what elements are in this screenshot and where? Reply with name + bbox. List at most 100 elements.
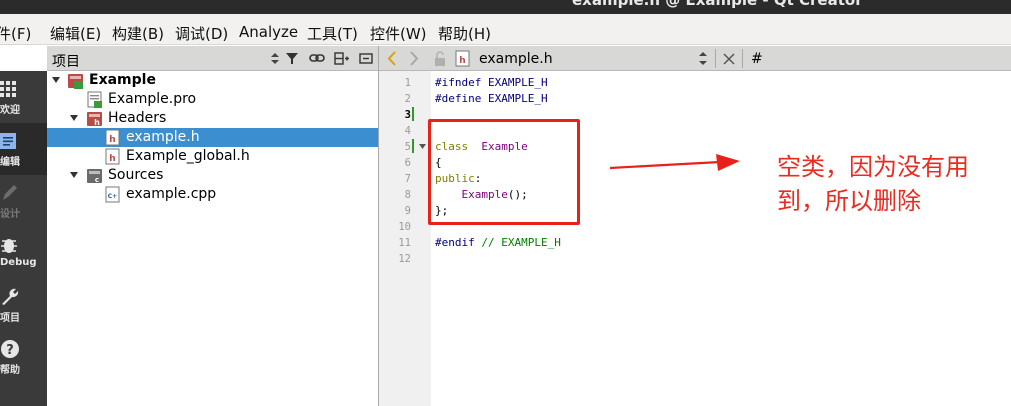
expand-arrow-icon[interactable] (51, 75, 61, 85)
panel-title: 项目 (52, 54, 80, 70)
tree-label: Example.pro (108, 91, 197, 107)
mode-selector: 欢迎 编辑 设计 Debug 项目 ? 帮助 (0, 71, 47, 406)
line-number: 1 (404, 77, 411, 89)
project-tree: Example Example.pro h Headers h example.… (47, 71, 378, 406)
header-file-icon: h (105, 148, 120, 165)
lock-icon (435, 51, 445, 66)
tree-item-example-cpp[interactable]: C+ example.cpp (47, 185, 378, 204)
line-number-current: 3 (404, 109, 411, 121)
menu-debug[interactable]: 调试(D) (175, 23, 228, 44)
pencil-icon (3, 185, 17, 200)
code-line: #define EXAMPLE_H (435, 92, 548, 105)
menu-bar: 件(F) 编辑(E) 构建(B) 调试(D) Analyze 工具(T) 控件(… (0, 14, 1011, 45)
tree-label: Headers (108, 110, 167, 126)
toolbar-separator (742, 49, 743, 68)
tree-label: Example_global.h (126, 148, 250, 164)
expand-arrow-icon[interactable] (69, 170, 79, 180)
tree-item-example-global-h[interactable]: h Example_global.h (47, 147, 378, 166)
mode-label: 帮助 (0, 365, 20, 376)
svg-text:h: h (109, 135, 115, 145)
project-folder-icon (68, 74, 83, 89)
line-number: 9 (404, 205, 411, 217)
line-number: 4 (404, 125, 411, 137)
line-number: 5 (404, 141, 411, 153)
tree-label: Sources (108, 167, 164, 183)
file-dropdown-icon[interactable] (697, 50, 709, 67)
line-number: 10 (398, 221, 411, 233)
headers-folder-icon: h (87, 112, 102, 127)
tree-label: example.cpp (126, 186, 217, 202)
mode-label: 项目 (0, 313, 20, 324)
mode-edit[interactable]: 编辑 (0, 123, 47, 175)
menu-help[interactable]: 帮助(H) (438, 23, 491, 44)
svg-text:?: ? (6, 343, 14, 358)
expand-arrow-icon[interactable] (69, 113, 79, 123)
window-title: example.h @ Example - Qt Creator (572, 0, 863, 9)
line-number: 8 (404, 189, 411, 201)
menu-build[interactable]: 构建(B) (112, 23, 164, 44)
forward-arrow-icon[interactable] (408, 50, 420, 67)
menu-window[interactable]: 控件(W) (370, 23, 427, 44)
sort-arrows-icon[interactable] (267, 50, 283, 67)
mode-help[interactable]: ? 帮助 (0, 331, 47, 383)
tree-item-headers[interactable]: h Headers (47, 109, 378, 128)
grid-icon (0, 81, 16, 97)
cpp-file-icon: C+ (105, 186, 120, 203)
tree-label: Example (89, 72, 156, 88)
menu-file[interactable]: 件(F) (0, 23, 31, 44)
change-marker (412, 107, 414, 121)
mode-projects[interactable]: 项目 (0, 279, 47, 331)
header-file-icon: h (455, 50, 470, 67)
close-panel-icon[interactable] (358, 50, 374, 67)
filter-icon[interactable] (285, 50, 301, 67)
menu-analyze[interactable]: Analyze (239, 23, 298, 41)
fold-arrow-icon[interactable] (418, 142, 427, 151)
close-file-icon[interactable] (722, 50, 736, 67)
annotation-box (428, 119, 580, 225)
annotation-line: 到，所以删除 (777, 187, 921, 215)
tree-item-project[interactable]: Example (47, 71, 378, 90)
mode-label: 设计 (0, 209, 20, 220)
annotation-note: 空类，因为没有用 到，所以删除 (777, 150, 997, 218)
svg-text:C+: C+ (108, 193, 117, 200)
wrench-icon (2, 288, 19, 305)
annotation-line: 空类，因为没有用 (777, 153, 969, 181)
sources-folder-icon: c (87, 169, 102, 184)
svg-text:h: h (94, 118, 100, 127)
mode-welcome[interactable]: 欢迎 (0, 71, 47, 123)
open-file-name[interactable]: example.h (479, 51, 553, 67)
mode-label: 欢迎 (0, 105, 20, 116)
help-icon: ? (1, 340, 19, 358)
tree-item-pro-file[interactable]: Example.pro (47, 90, 378, 109)
menu-edit[interactable]: 编辑(E) (50, 23, 101, 44)
link-icon[interactable] (309, 50, 325, 67)
line-number: 6 (404, 157, 411, 169)
project-panel-header: 项目 (47, 46, 378, 71)
line-number-gutter: 1 2 3 4 5 6 7 8 9 10 11 12 (379, 71, 431, 406)
mode-label: Debug (0, 257, 37, 268)
header-file-icon: h (105, 129, 120, 146)
mode-design[interactable]: 设计 (0, 175, 47, 227)
split-add-icon[interactable] (334, 50, 350, 67)
document-icon (0, 133, 16, 149)
change-marker (412, 139, 414, 153)
menu-tools[interactable]: 工具(T) (307, 23, 358, 44)
line-number: 11 (398, 237, 411, 249)
svg-text:h: h (459, 56, 465, 66)
title-bar: example.h @ Example - Qt Creator (0, 0, 1011, 14)
tree-item-sources[interactable]: c Sources (47, 166, 378, 185)
line-number: 12 (398, 253, 411, 265)
mode-debug[interactable]: Debug (0, 227, 47, 279)
line-number: 2 (404, 93, 411, 105)
editor-toolbar: h example.h # (379, 46, 1011, 71)
back-arrow-icon[interactable] (386, 50, 398, 67)
tree-label: example.h (126, 129, 200, 145)
svg-text:c: c (95, 176, 99, 184)
symbol-selector[interactable]: # (751, 51, 763, 67)
toolbar-separator (715, 49, 716, 68)
code-line: #ifndef EXAMPLE_H (435, 76, 548, 89)
mode-label: 编辑 (0, 157, 20, 168)
bug-icon (1, 239, 17, 253)
annotation-arrow (609, 154, 740, 171)
tree-item-example-h[interactable]: h example.h (47, 128, 378, 147)
